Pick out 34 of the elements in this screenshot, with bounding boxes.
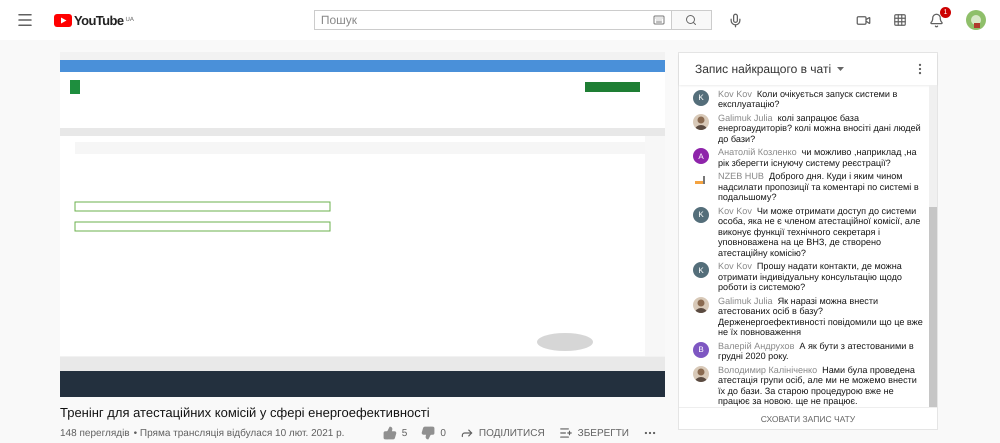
avatar: A: [693, 148, 709, 164]
chat-message: Kov Kov Прошу надати контакти, де можна отримати індивідуальну консультацію щодо роботи із системою?: [718, 261, 903, 292]
logo-text: YouTube: [74, 12, 124, 28]
chat-message: Kov Kov Чи може отримати доступ до системи особа, яка не є членом атестаційної комісії, але виконує функції технічного секретаря і уповноважена на це ВНЗ, де створено атестаційну комісію?: [718, 206, 922, 258]
chat-message: Володимир Калініченко Нами була проведена атестація групи осіб, але ми не можемо внести їх до бази. За старою процедурою вже не працює за новою. ще не працює.: [718, 364, 918, 406]
scrollbar[interactable]: [929, 85, 937, 407]
search-field[interactable]: Пошук: [314, 10, 672, 30]
video-title: Тренінг для атестаційних комісій у сфері енергоефективності: [60, 405, 431, 420]
playlist-add-icon: [558, 426, 573, 440]
chat-message: Galimuk Julia Як наразі можна внести атестованих осіб в базу? Держенергоефективності повідомили що це вже не їх повноваження: [718, 296, 923, 338]
play-logo-icon: [54, 14, 72, 26]
save-button[interactable]: ЗБЕРЕГТИ: [558, 426, 629, 440]
microphone-button[interactable]: [728, 12, 743, 28]
chat-message: Kov Kov Коли очікується запуск системи в експлуатацію?: [718, 88, 898, 110]
search-icon: [685, 14, 698, 26]
chat-message: NZEB HUB Доброго дня. Куди і яким чином надсилати пропозиції та коментарі по системі в подальшому?: [718, 171, 920, 202]
chat-message: Анатолій Козленко чи можливо ,наприклад ,на рік зберегти існуючу систему реєстрації?: [718, 147, 918, 168]
avatar: K: [693, 262, 709, 278]
avatar: K: [693, 90, 709, 106]
chat-message: Валерій Андрухов А як бути з атестованими в грудні 2020 року.: [718, 340, 915, 362]
share-button[interactable]: ПОДІЛИТИСЯ: [460, 426, 545, 440]
search-button[interactable]: [672, 10, 712, 30]
dislike-button[interactable]: 0: [421, 426, 446, 440]
chat-message: Galimuk Julia колі запрацює база енергоаудиторів? колі можна вносіті дані людей до бази?: [718, 112, 922, 144]
caret-icon: [837, 67, 844, 71]
menu-button[interactable]: [16, 11, 34, 29]
avatar: B: [693, 342, 709, 358]
avatar: K: [693, 206, 709, 222]
stream-date: • Пряма трансляція відбулася 10 лют. 2021 р.: [134, 428, 344, 438]
view-count: 148 переглядів: [60, 428, 130, 438]
apps-button[interactable]: [893, 13, 907, 27]
notifications-button[interactable]: [929, 12, 944, 28]
chat-mode-dropdown[interactable]: Запис найкращого в чаті: [695, 62, 844, 76]
keyboard-icon[interactable]: [652, 14, 665, 26]
